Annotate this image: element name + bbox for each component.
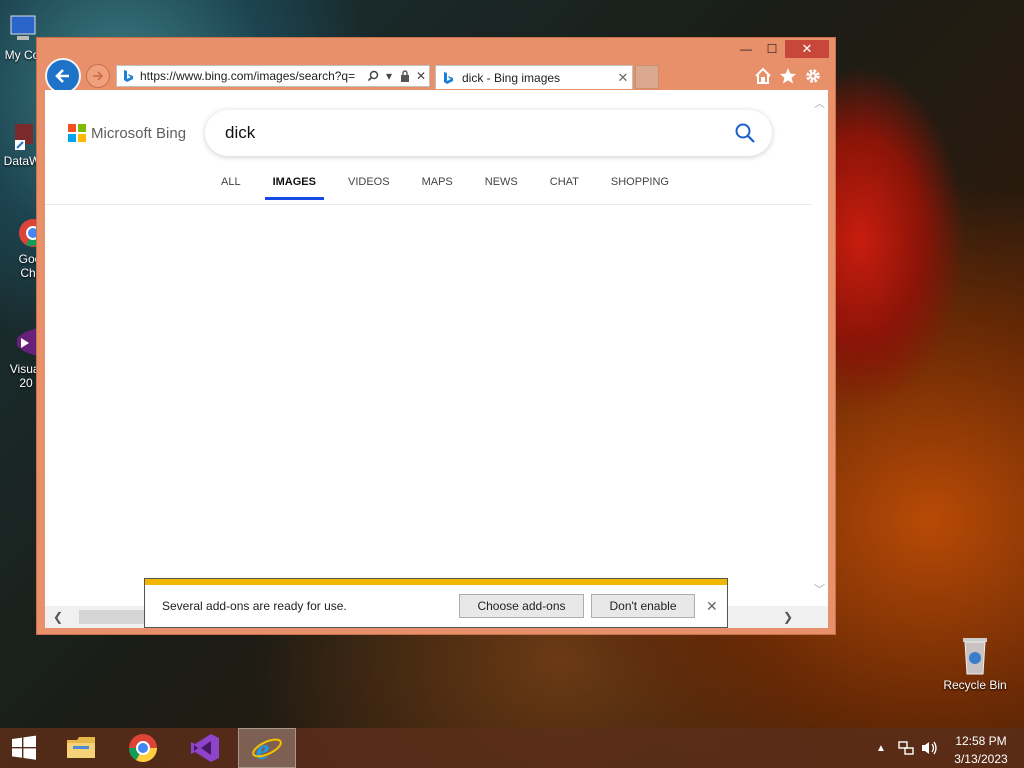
taskbar: e ▲ 12:58 PM 3/13/2023 bbox=[0, 728, 1024, 768]
scrollbar-thumb[interactable] bbox=[79, 610, 149, 624]
maximize-button[interactable]: ☐ bbox=[759, 40, 785, 58]
vertical-scrollbar[interactable]: ︿ ﹀ bbox=[811, 90, 828, 606]
tab-news[interactable]: NEWS bbox=[477, 172, 526, 200]
taskbar-chrome[interactable] bbox=[120, 728, 166, 768]
home-icon[interactable] bbox=[753, 66, 773, 86]
chevron-up-icon[interactable]: ︿ bbox=[811, 94, 828, 111]
system-clock[interactable]: 12:58 PM 3/13/2023 bbox=[948, 734, 1014, 766]
taskbar-file-explorer[interactable] bbox=[58, 728, 104, 768]
tab-chat[interactable]: CHAT bbox=[542, 172, 587, 200]
chevron-right-icon[interactable]: ❯ bbox=[779, 608, 797, 626]
notification-message: Several add-ons are ready for use. bbox=[162, 599, 347, 613]
ie-window: — ☐ ✕ https://www.bing.com/images/search… bbox=[36, 37, 836, 635]
arrow-right-icon bbox=[93, 71, 104, 81]
search-input[interactable] bbox=[223, 120, 707, 146]
tab-title: dick - Bing images bbox=[462, 70, 561, 85]
addons-notification: Several add-ons are ready for use. Choos… bbox=[144, 578, 728, 628]
bing-nav: ALL IMAGES VIDEOS MAPS NEWS CHAT SHOPPIN… bbox=[213, 172, 693, 202]
tab-all[interactable]: ALL bbox=[213, 172, 249, 200]
search-box bbox=[205, 110, 772, 156]
windows-logo-icon bbox=[12, 735, 36, 760]
taskbar-internet-explorer[interactable]: e bbox=[238, 728, 296, 768]
bing-favicon-icon bbox=[120, 69, 136, 83]
tab-images[interactable]: IMAGES bbox=[264, 172, 325, 200]
tab-maps[interactable]: MAPS bbox=[414, 172, 461, 200]
chevron-down-icon[interactable]: ﹀ bbox=[811, 580, 828, 597]
choose-addons-button[interactable]: Choose add-ons bbox=[459, 594, 584, 618]
volume-icon[interactable] bbox=[920, 728, 940, 768]
chevron-left-icon[interactable]: ❮ bbox=[49, 608, 67, 626]
tab-shopping[interactable]: SHOPPING bbox=[603, 172, 677, 200]
bing-logo-text: Microsoft Bing bbox=[91, 124, 187, 142]
dont-enable-button[interactable]: Don't enable bbox=[591, 594, 695, 618]
close-tab-icon[interactable]: ✕ bbox=[614, 70, 632, 86]
new-tab-button[interactable] bbox=[635, 65, 659, 89]
bing-logo[interactable]: Microsoft Bing bbox=[68, 124, 186, 142]
recycle-bin-icon bbox=[955, 632, 995, 676]
svg-text:e: e bbox=[256, 733, 269, 764]
forward-button[interactable] bbox=[86, 64, 110, 88]
bing-favicon-icon bbox=[442, 71, 458, 85]
microsoft-logo-icon bbox=[68, 124, 86, 142]
notification-accent bbox=[145, 579, 727, 585]
computer-icon bbox=[5, 12, 39, 46]
search-icon[interactable] bbox=[734, 122, 756, 144]
internet-explorer-icon: e bbox=[252, 733, 282, 764]
search-icon[interactable] bbox=[365, 70, 381, 82]
favorites-star-icon[interactable] bbox=[778, 66, 798, 86]
visual-studio-icon bbox=[191, 734, 219, 762]
arrow-left-icon bbox=[55, 69, 69, 83]
lock-icon[interactable] bbox=[397, 70, 413, 82]
tray-expand-icon[interactable]: ▲ bbox=[874, 728, 888, 768]
shortcut-icon bbox=[5, 118, 39, 152]
network-icon[interactable] bbox=[896, 728, 916, 768]
minimize-button[interactable]: — bbox=[733, 40, 759, 58]
taskbar-visual-studio[interactable] bbox=[182, 728, 228, 768]
url-text[interactable]: https://www.bing.com/images/search?q= bbox=[140, 69, 365, 83]
close-notification-icon[interactable]: ✕ bbox=[706, 598, 718, 615]
clock-date: 3/13/2023 bbox=[954, 752, 1008, 766]
back-button[interactable] bbox=[45, 58, 81, 94]
tab-bing-images[interactable]: dick - Bing images ✕ bbox=[435, 65, 633, 89]
dropdown-icon[interactable]: ▾ bbox=[381, 69, 397, 83]
clock-time: 12:58 PM bbox=[955, 734, 1007, 748]
stop-icon[interactable]: ✕ bbox=[413, 69, 429, 83]
tab-videos[interactable]: VIDEOS bbox=[340, 172, 398, 200]
page-content: Microsoft Bing ALL IMAGES VIDEOS MAPS NE… bbox=[45, 90, 828, 628]
folder-icon bbox=[67, 737, 95, 758]
close-window-button[interactable]: ✕ bbox=[785, 40, 829, 58]
gear-icon[interactable] bbox=[803, 66, 823, 86]
divider bbox=[45, 204, 811, 205]
chrome-icon bbox=[129, 734, 157, 762]
desktop-icon-recycle-bin[interactable]: Recycle Bin bbox=[940, 632, 1010, 692]
start-button[interactable] bbox=[0, 728, 48, 768]
address-bar[interactable]: https://www.bing.com/images/search?q= ▾ … bbox=[116, 65, 430, 87]
